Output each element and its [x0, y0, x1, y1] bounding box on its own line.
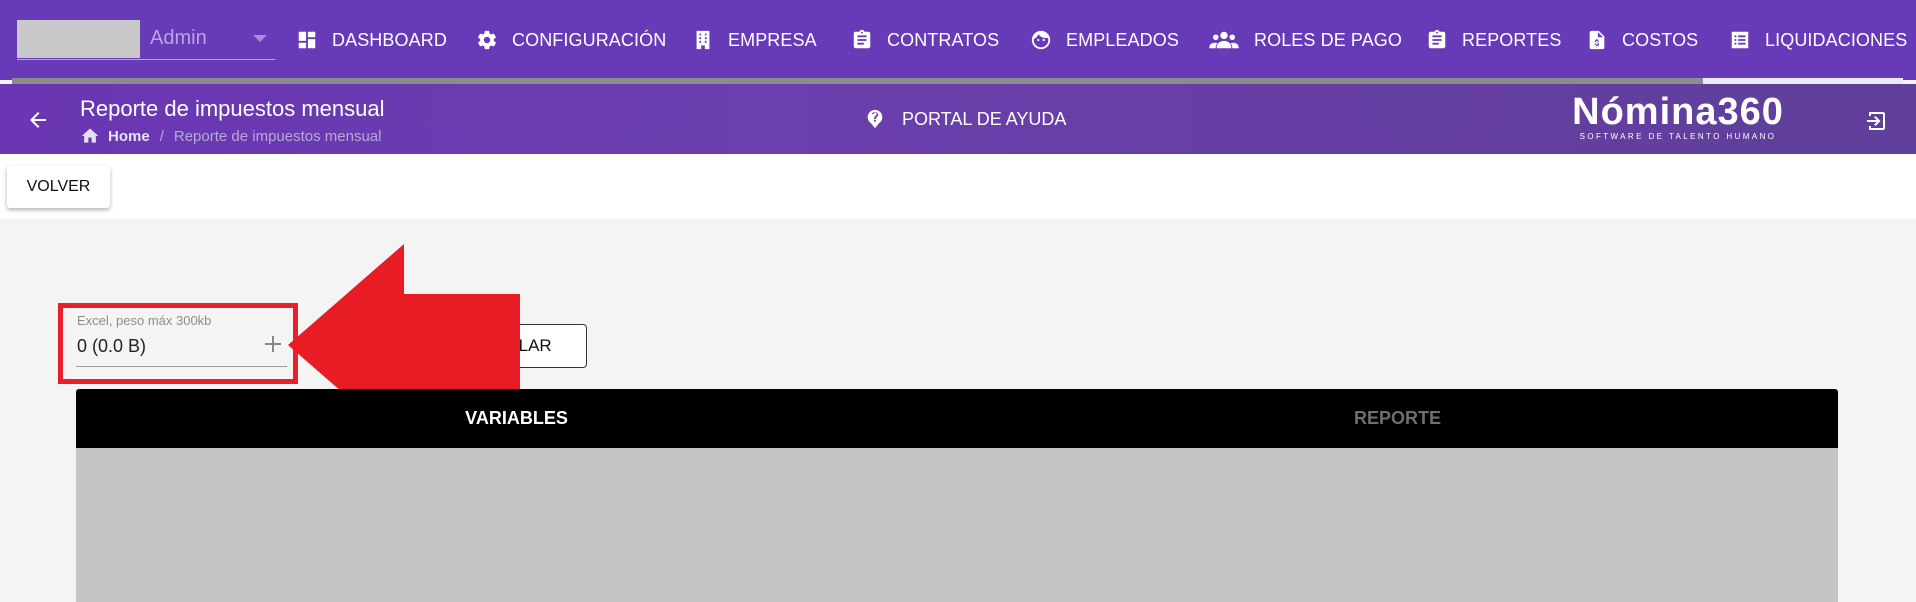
nav-item-configuracion[interactable]: CONFIGURACIÓN	[476, 26, 666, 54]
help-portal-label: PORTAL DE AYUDA	[902, 108, 1067, 129]
toolbar: VOLVER	[0, 154, 1916, 219]
breadcrumb-separator: /	[159, 127, 164, 145]
nav-item-label: REPORTES	[1462, 29, 1562, 50]
nav-item-empleados[interactable]: EMPLEADOS	[1030, 26, 1179, 54]
brand-logo: Nómina360 SOFTWARE DE TALENTO HUMANO	[1566, 90, 1790, 141]
nav-item-label: COSTOS	[1622, 29, 1699, 50]
nav-item-dashboard[interactable]: DASHBOARD	[296, 26, 447, 54]
user-name: Admin	[150, 27, 207, 49]
avatar	[17, 20, 140, 58]
brand-tagline: SOFTWARE DE TALENTO HUMANO	[1579, 132, 1777, 141]
tab-reporte[interactable]: REPORTE	[957, 389, 1838, 448]
top-navbar: Admin DASHBOARD CONFIGURACIÓN EMPRESA CO…	[0, 0, 1916, 80]
face-icon	[1031, 30, 1051, 50]
nav-item-liquidaciones[interactable]: LIQUIDACIONES	[1729, 26, 1907, 54]
logout-icon	[1867, 112, 1885, 130]
list-icon	[1731, 31, 1749, 49]
tab-bar: VARIABLES REPORTE	[76, 389, 1838, 448]
nav-item-label: EMPLEADOS	[1066, 29, 1179, 50]
gear-icon	[478, 30, 496, 50]
page-title: Reporte de impuestos mensual	[80, 96, 385, 121]
nav-item-label: ROLES DE PAGO	[1254, 29, 1403, 50]
help-portal-link[interactable]: PORTAL DE AYUDA	[864, 108, 1066, 130]
back-volver-button[interactable]: VOLVER	[7, 166, 110, 208]
chevron-down-icon[interactable]	[253, 35, 267, 42]
nav-item-reportes[interactable]: REPORTES	[1426, 26, 1562, 54]
nav-item-label: CONFIGURACIÓN	[512, 29, 667, 50]
page-header: Reporte de impuestos mensual Home / Repo…	[0, 84, 1916, 154]
nav-item-roles-de-pago[interactable]: ROLES DE PAGO	[1208, 26, 1402, 54]
breadcrumb: Home / Reporte de impuestos mensual	[80, 126, 381, 146]
building-icon	[696, 30, 710, 50]
nav-item-contratos[interactable]: CONTRATOS	[851, 26, 999, 54]
nav-item-label: LIQUIDACIONES	[1765, 29, 1908, 50]
clipboard-icon	[1428, 29, 1446, 49]
tab-content-panel	[76, 448, 1838, 602]
back-button[interactable]	[26, 108, 50, 132]
tab-variables[interactable]: VARIABLES	[76, 389, 957, 448]
brand-name: Nómina360	[1572, 91, 1784, 133]
nav-item-empresa[interactable]: EMPRESA	[692, 26, 817, 54]
logout-button[interactable]	[1864, 109, 1888, 133]
people-icon	[1209, 31, 1239, 49]
clipboard-icon	[853, 29, 871, 49]
dollar-file-icon	[1589, 30, 1605, 50]
nav-item-label: DASHBOARD	[332, 29, 447, 50]
nav-item-costos[interactable]: COSTOS	[1586, 26, 1698, 54]
home-icon[interactable]	[80, 126, 100, 146]
user-menu[interactable]: Admin	[17, 18, 275, 60]
nav-item-label: EMPRESA	[728, 29, 817, 50]
breadcrumb-current: Reporte de impuestos mensual	[173, 127, 382, 145]
cancel-button[interactable]: CELAR	[430, 324, 587, 368]
breadcrumb-home[interactable]: Home	[108, 128, 150, 145]
dashboard-icon	[298, 31, 316, 49]
arrow-left-icon	[30, 112, 46, 128]
help-icon	[867, 109, 883, 129]
highlight-annotation-box	[58, 303, 298, 384]
nav-item-label: CONTRATOS	[887, 29, 1000, 50]
